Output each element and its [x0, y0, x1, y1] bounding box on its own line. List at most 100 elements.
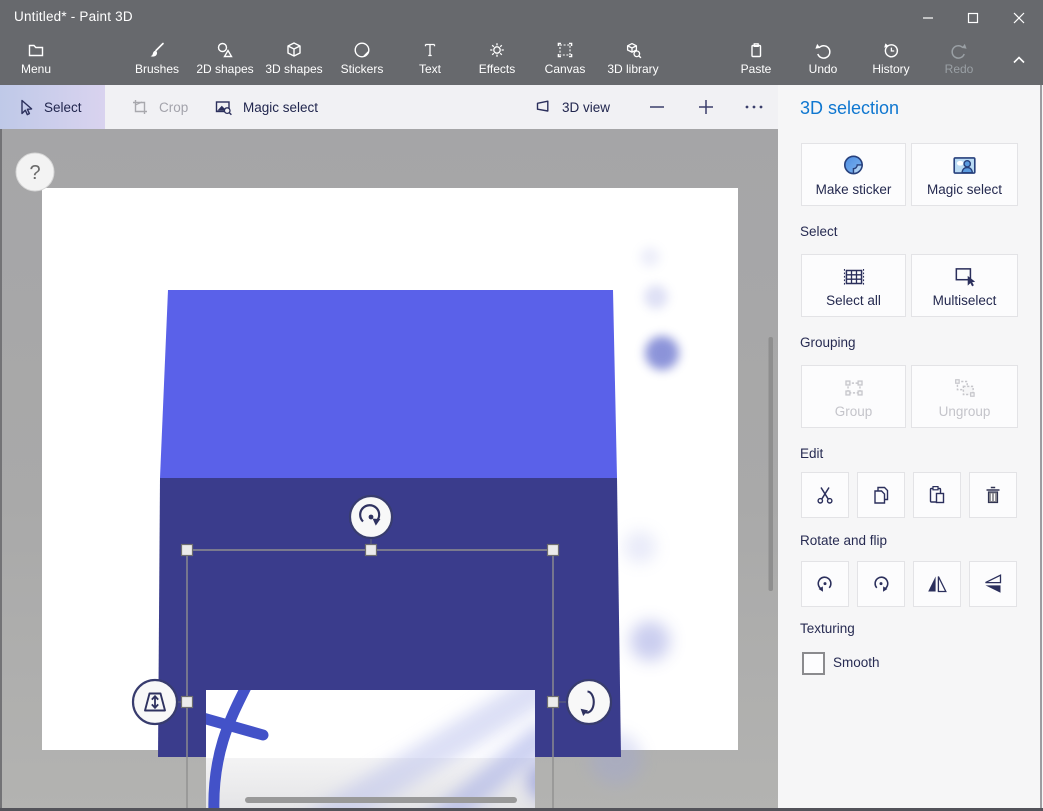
- delete-button[interactable]: [969, 472, 1017, 518]
- handle-top-right[interactable]: [548, 545, 559, 556]
- cube-search-icon: [623, 40, 643, 60]
- ungroup-label: Ungroup: [939, 404, 991, 419]
- section-grouping: Grouping: [800, 335, 856, 350]
- flip-horizontal-button[interactable]: [913, 561, 961, 607]
- make-sticker-button[interactable]: Make sticker: [801, 143, 906, 206]
- magic-select-icon: [213, 97, 234, 117]
- ungroup-button: Ungroup: [911, 365, 1018, 428]
- help-button[interactable]: ?: [16, 153, 54, 191]
- plus-icon: [696, 97, 716, 117]
- multiselect-icon: [952, 264, 978, 290]
- 3d-scene: ?: [0, 129, 778, 811]
- smooth-label: Smooth: [833, 655, 880, 670]
- rotate-z-handle[interactable]: [350, 496, 392, 538]
- magic-select-label: Magic select: [927, 182, 1002, 197]
- stickers-button[interactable]: Stickers: [327, 35, 397, 85]
- handle-top-center[interactable]: [366, 545, 377, 556]
- paste-button[interactable]: Paste: [721, 35, 791, 85]
- crop-tool-button: Crop: [130, 85, 188, 129]
- redo-arrow-icon: [949, 40, 969, 60]
- canvas-button[interactable]: Canvas: [530, 35, 600, 85]
- panel-title: 3D selection: [800, 98, 899, 119]
- flip-vertical-icon: [981, 572, 1005, 596]
- copy-button[interactable]: [857, 472, 905, 518]
- undo-arrow-icon: [813, 40, 833, 60]
- ellipsis-icon: [742, 97, 766, 117]
- canvas-frame-icon: [555, 40, 575, 60]
- trash-icon: [981, 483, 1005, 507]
- section-rotate-flip: Rotate and flip: [800, 533, 887, 548]
- collapse-ribbon-button[interactable]: [1003, 35, 1035, 85]
- menu-folder-icon: [26, 40, 46, 60]
- text-icon: [420, 40, 440, 60]
- front-picture: [203, 685, 566, 811]
- text-button[interactable]: Text: [395, 35, 465, 85]
- 3d-selection-panel: 3D selection Make sticker Magic select S…: [778, 85, 1043, 811]
- rotate-left-button[interactable]: [801, 561, 849, 607]
- history-button[interactable]: History: [856, 35, 926, 85]
- copy-icon: [869, 483, 893, 507]
- help-label: ?: [29, 162, 40, 184]
- make-sticker-icon: [841, 153, 867, 179]
- clipboard-icon: [746, 40, 766, 60]
- 2d-shapes-button[interactable]: 2D shapes: [190, 35, 260, 85]
- menu-button[interactable]: Menu: [1, 35, 71, 85]
- 2d-shapes-icon: [215, 40, 235, 60]
- effects-button[interactable]: Effects: [462, 35, 532, 85]
- handle-top-left[interactable]: [182, 545, 193, 556]
- smooth-checkbox[interactable]: [802, 652, 825, 675]
- handle-mid-right[interactable]: [548, 697, 559, 708]
- paste-panel-button[interactable]: [913, 472, 961, 518]
- group-button: Group: [801, 365, 906, 428]
- select-tool-button[interactable]: Select: [0, 85, 105, 129]
- 3d-view-button[interactable]: 3D view: [533, 85, 610, 129]
- multiselect-button[interactable]: Multiselect: [911, 254, 1018, 317]
- multiselect-label: Multiselect: [933, 293, 997, 308]
- horizontal-scrollbar[interactable]: [245, 797, 517, 803]
- rotate-ccw-icon: [813, 572, 837, 596]
- select-all-label: Select all: [826, 293, 881, 308]
- selection-toolbar: Select Crop Magic select 3D view: [0, 85, 778, 129]
- magic-select-tool-label: Magic select: [243, 100, 318, 115]
- crop-tool-label: Crop: [159, 100, 188, 115]
- window-title: Untitled* - Paint 3D: [14, 9, 133, 24]
- select-all-icon: [841, 264, 867, 290]
- minimize-button[interactable]: [905, 0, 950, 35]
- zoom-in-button[interactable]: [686, 85, 726, 129]
- section-select: Select: [800, 224, 838, 239]
- redo-button: Redo: [924, 35, 994, 85]
- zoom-out-button[interactable]: [637, 85, 677, 129]
- 3d-shapes-button[interactable]: 3D shapes: [259, 35, 329, 85]
- brushes-button[interactable]: Brushes: [122, 35, 192, 85]
- close-button[interactable]: [995, 0, 1043, 35]
- rotate-cw-icon: [869, 572, 893, 596]
- vertical-scrollbar[interactable]: [769, 337, 774, 591]
- sticker-icon: [352, 40, 372, 60]
- object-top-face[interactable]: [160, 290, 617, 478]
- select-tool-label: Select: [44, 100, 82, 115]
- minimize-icon: [922, 12, 934, 24]
- cut-scissors-icon: [813, 483, 837, 507]
- more-options-button[interactable]: [734, 85, 774, 129]
- rotate-y-handle[interactable]: [567, 680, 611, 724]
- magic-select-button[interactable]: Magic select: [911, 143, 1018, 206]
- magic-select-tool-button[interactable]: Magic select: [213, 85, 318, 129]
- chevron-up-icon: [1009, 50, 1029, 70]
- cut-button[interactable]: [801, 472, 849, 518]
- 3d-cube-icon: [284, 40, 304, 60]
- section-edit: Edit: [800, 446, 823, 461]
- rotate-right-button[interactable]: [857, 561, 905, 607]
- undo-button[interactable]: Undo: [788, 35, 858, 85]
- 3d-view-label: 3D view: [562, 100, 610, 115]
- group-label: Group: [835, 404, 873, 419]
- 3d-library-button[interactable]: 3D library: [598, 35, 668, 85]
- panel-scrollbar[interactable]: [1040, 85, 1042, 811]
- handle-mid-left[interactable]: [182, 697, 193, 708]
- flip-vertical-button[interactable]: [969, 561, 1017, 607]
- minus-icon: [647, 97, 667, 117]
- depth-handle[interactable]: [133, 680, 177, 724]
- section-texturing: Texturing: [800, 621, 855, 636]
- select-all-button[interactable]: Select all: [801, 254, 906, 317]
- make-sticker-label: Make sticker: [816, 182, 892, 197]
- maximize-button[interactable]: [950, 0, 995, 35]
